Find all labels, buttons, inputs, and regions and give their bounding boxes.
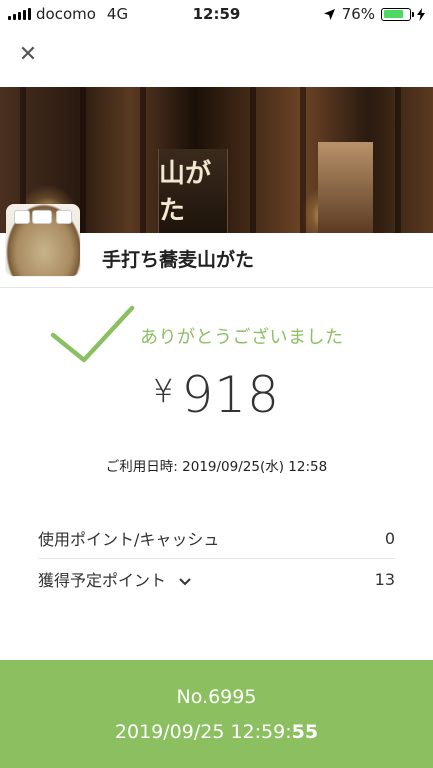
status-bar: docomo 4G 12:59 76% xyxy=(0,0,433,30)
close-icon[interactable]: ✕ xyxy=(19,42,37,67)
points-used-label: 使用ポイント/キャッシュ xyxy=(38,530,220,549)
bolt-icon xyxy=(417,7,425,21)
points-earned-label[interactable]: 獲得予定ポイント xyxy=(38,571,166,590)
close-button[interactable]: ✕ xyxy=(14,40,42,68)
receipt-number: No.6995 xyxy=(176,686,257,708)
list-item: 使用ポイント/キャッシュ 0 xyxy=(38,518,395,558)
checkmark-icon xyxy=(50,305,135,363)
thanks-message: ありがとうございました xyxy=(140,327,344,348)
chevron-down-icon[interactable] xyxy=(179,578,191,586)
currency-symbol: ¥ xyxy=(153,372,174,410)
store-door xyxy=(318,142,373,233)
store-thumbnail xyxy=(6,204,80,276)
battery-icon xyxy=(381,7,414,21)
receipt-timestamp: 2019/09/25 12:59:55 xyxy=(0,721,433,743)
usage-datetime: ご利用日時: 2019/09/25(水) 12:58 xyxy=(0,455,433,475)
amount-value: 918 xyxy=(181,366,280,424)
payment-amount: ¥918 xyxy=(0,366,433,424)
usage-value: 2019/09/25(水) 12:58 xyxy=(182,459,328,475)
usage-label: ご利用日時: xyxy=(105,459,183,475)
battery-percent: 76% xyxy=(341,5,375,23)
points-used-value: 0 xyxy=(384,528,395,548)
timestamp-seconds: 55 xyxy=(291,721,319,743)
store-name: 手打ち蕎麦山がた xyxy=(102,249,255,271)
divider xyxy=(0,287,433,288)
points-earned-toggle[interactable]: 獲得予定ポイント xyxy=(38,567,191,591)
list-item[interactable]: 獲得予定ポイント 13 xyxy=(38,558,395,599)
store-sign: 山がた xyxy=(158,149,228,233)
timestamp-main: 2019/09/25 12:59: xyxy=(114,721,292,743)
points-earned-value: 13 xyxy=(374,569,395,589)
location-arrow-icon xyxy=(323,8,335,20)
points-list: 使用ポイント/キャッシュ 0 獲得予定ポイント 13 xyxy=(38,518,395,599)
status-right: 76% xyxy=(323,5,425,23)
receipt-footer: No.6995 2019/09/25 12:59:55 xyxy=(0,660,433,768)
